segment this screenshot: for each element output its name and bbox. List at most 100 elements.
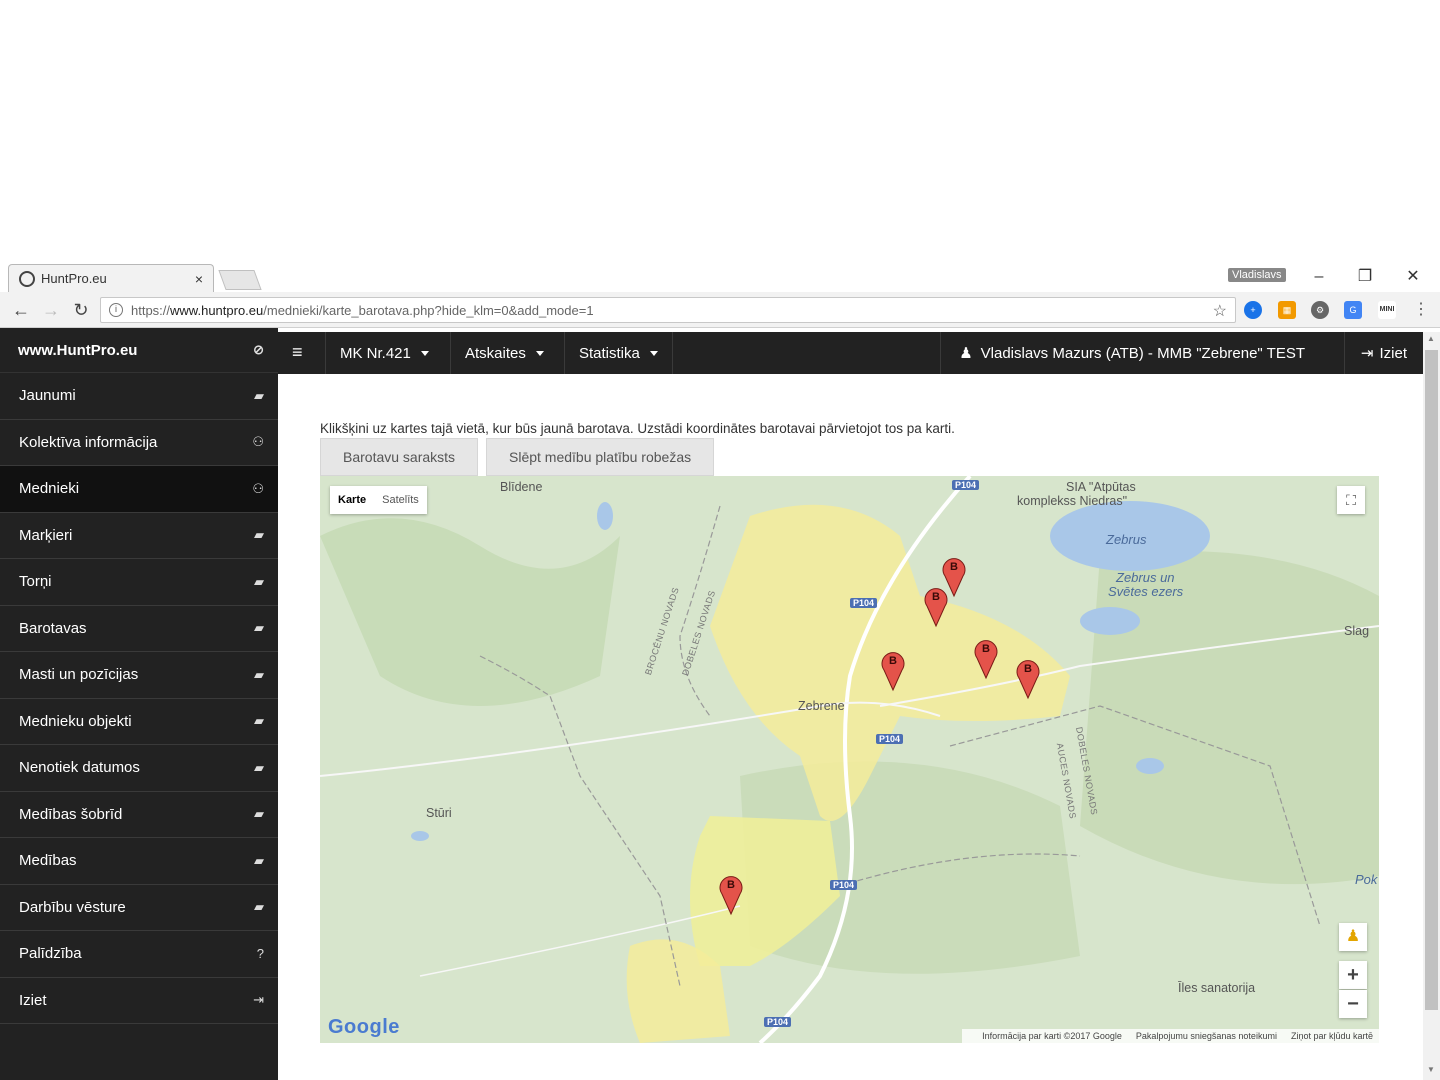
map[interactable]: Blīdene SIA "Atpūtas komplekss Niedras" … — [320, 476, 1379, 1043]
sidebar-item-nenotiek-datumos[interactable]: Nenotiek datumos ▰ — [0, 745, 278, 792]
lake — [1080, 607, 1140, 635]
place-label: Pok — [1355, 872, 1378, 887]
info-icon[interactable]: i — [109, 303, 123, 317]
scroll-thumb[interactable] — [1425, 350, 1438, 1010]
sidebar-item-label: Palīdzība — [19, 945, 82, 963]
map-data-link[interactable]: Informācija par karti ©2017 Google — [982, 1031, 1122, 1041]
extension-plus-icon[interactable]: + — [1244, 301, 1262, 319]
nav-menu-atskaites[interactable]: Atskaites — [450, 332, 558, 374]
nav-exit[interactable]: ⇥ Iziet — [1343, 332, 1423, 374]
map-type-control: Karte Satelīts — [330, 486, 427, 514]
map-canvas — [320, 476, 1379, 1043]
road-label: P104 — [876, 734, 904, 744]
sidebar-item-markieri[interactable]: Marķieri ▰ — [0, 513, 278, 559]
sidebar-item-label: Barotavas — [19, 619, 87, 637]
forest-area — [1080, 551, 1379, 885]
sidebar-item-label: Marķieri — [19, 526, 73, 544]
sidebar-item-label: Nenotiek datumos — [19, 759, 140, 777]
pond — [411, 831, 429, 841]
extension-mini-icon[interactable]: MINI — [1378, 301, 1396, 319]
place-label: Stūri — [426, 806, 452, 820]
brand-label: www.HuntPro.eu — [18, 341, 138, 359]
nav-menu-label: Statistika — [579, 344, 640, 362]
url-prefix: https:// — [131, 302, 171, 318]
caret-down-icon — [535, 350, 544, 356]
sidebar-item-mednieki[interactable]: Mednieki ⚇ — [0, 466, 278, 513]
back-arrow-icon[interactable]: ← — [10, 300, 32, 320]
town-label: Zebrene — [798, 699, 845, 713]
book-icon: ▰ — [254, 527, 264, 543]
sidebar-item-label: Medības šobrīd — [19, 805, 123, 823]
map-attribution: Informācija par karti ©2017 Google Pakal… — [962, 1029, 1379, 1043]
extension-orange-icon[interactable]: ▦ — [1278, 301, 1296, 319]
nav-menu-mk[interactable]: MK Nr.421 — [325, 332, 443, 374]
sidebar-item-label: Kolektīva informācija — [19, 433, 158, 451]
sidebar-item-barotavas[interactable]: Barotavas ▰ — [0, 606, 278, 652]
map-type-satelits[interactable]: Satelīts — [374, 486, 427, 514]
sidebar-item-medibas[interactable]: Medības ▰ — [0, 838, 278, 885]
sidebar-item-iziet[interactable]: Iziet ⇥ — [0, 978, 278, 1024]
sidebar-item-darbibu-vesture[interactable]: Darbību vēsture ▰ — [0, 885, 278, 931]
forward-arrow-icon[interactable]: → — [40, 300, 62, 320]
new-tab-button[interactable] — [218, 270, 262, 290]
sidebar-item-label: Jaunumi — [19, 387, 76, 405]
instruction-text: Klikšķini uz kartes tajā vietā, kur būs … — [320, 421, 955, 436]
place-label: Slag — [1344, 624, 1370, 638]
translate-icon[interactable]: G — [1344, 301, 1362, 319]
reload-icon[interactable]: ↻ — [70, 300, 92, 320]
sidebar-item-palidziba[interactable]: Palīdzība? — [0, 931, 278, 978]
scroll-down-icon[interactable]: ▼ — [1427, 1065, 1435, 1074]
scroll-up-icon[interactable]: ▲ — [1427, 334, 1435, 343]
poi-label: Īles sanatorija — [1178, 981, 1256, 995]
book-icon: ▰ — [254, 806, 264, 822]
sidebar-item-label: Mednieki — [19, 480, 80, 498]
zoom-in-button[interactable]: + — [1339, 961, 1367, 989]
profile-badge[interactable]: Vladislavs — [1228, 268, 1286, 282]
feeder-list-button[interactable]: Barotavu saraksts — [320, 438, 479, 476]
sidebar-item-label: Masti un pozīcijas — [19, 666, 139, 684]
fullscreen-icon[interactable]: ⛶ — [1337, 486, 1365, 514]
sidebar-item-mednieku-objekti[interactable]: Mednieku objekti ▰ — [0, 699, 278, 745]
tab-strip: HuntPro.eu × Vladislavs – ❐ ✕ — [0, 262, 1440, 292]
poi-label: SIA "Atpūtas — [1066, 480, 1136, 494]
nav-menu-label: MK Nr.421 — [340, 344, 411, 362]
terms-link[interactable]: Pakalpojumu sniegšanas noteikumi — [1136, 1031, 1277, 1041]
hamburger-icon[interactable]: ≡ — [292, 342, 303, 363]
restore-button[interactable]: ❐ — [1350, 266, 1380, 288]
municipal-border — [479, 655, 681, 987]
minimize-button[interactable]: – — [1304, 266, 1334, 288]
zoom-out-button[interactable]: − — [1339, 990, 1367, 1018]
nav-menu-statistika[interactable]: Statistika — [564, 332, 673, 374]
hide-boundaries-button[interactable]: Slēpt medību platību robežas — [486, 438, 715, 476]
report-error-link[interactable]: Ziņot par kļūdu kartē — [1291, 1031, 1373, 1041]
sidebar-item-medibas-sobrid[interactable]: Medības šobrīd ▰ — [0, 792, 278, 838]
brand[interactable]: www.HuntPro.eu ⊘ — [0, 328, 278, 373]
book-icon: ▰ — [254, 666, 264, 682]
pegman-icon[interactable]: ♟ — [1339, 923, 1367, 951]
browser-chrome: HuntPro.eu × Vladislavs – ❐ ✕ ← → ↻ i ht… — [0, 262, 1440, 328]
chrome-menu-icon[interactable]: ⋮ — [1412, 301, 1430, 319]
sidebar-item-masti-un-pozicijas[interactable]: Masti un pozīcijas ▰ — [0, 652, 278, 699]
sidebar-item-label: Darbību vēsture — [19, 898, 126, 916]
book-icon: ▰ — [254, 759, 264, 775]
browser-tab[interactable]: HuntPro.eu × — [8, 264, 214, 292]
tab-title: HuntPro.eu — [41, 271, 107, 286]
favicon-icon — [19, 270, 35, 287]
bookmark-star-icon[interactable]: ☆ — [1213, 301, 1227, 321]
sign-out-icon: ⇥ — [1360, 345, 1374, 362]
pond — [597, 502, 613, 530]
close-window-button[interactable]: ✕ — [1398, 266, 1428, 288]
caret-down-icon — [649, 350, 658, 356]
map-type-karte[interactable]: Karte — [330, 486, 374, 514]
extension-gear-icon[interactable]: ⚙ — [1311, 301, 1329, 319]
sidebar-item-kolektiva-informacija[interactable]: Kolektīva informācija ⚇ — [0, 420, 278, 466]
tab-close-icon[interactable]: × — [195, 271, 203, 287]
sidebar-item-torni[interactable]: Torņi ▰ — [0, 559, 278, 606]
compass-icon: ⊘ — [253, 342, 264, 357]
address-bar[interactable]: i https://www.huntpro.eu/mednieki/karte_… — [100, 297, 1236, 323]
nav-user[interactable]: ♟ Vladislavs Mazurs (ATB) - MMB "Zebrene"… — [940, 332, 1323, 374]
sidebar-item-jaunumi[interactable]: Jaunumi ▰ — [0, 373, 278, 420]
road-label: P104 — [764, 1017, 792, 1027]
page-scrollbar[interactable]: ▲ ▼ — [1423, 332, 1440, 1080]
place-label: Blīdene — [500, 480, 543, 494]
